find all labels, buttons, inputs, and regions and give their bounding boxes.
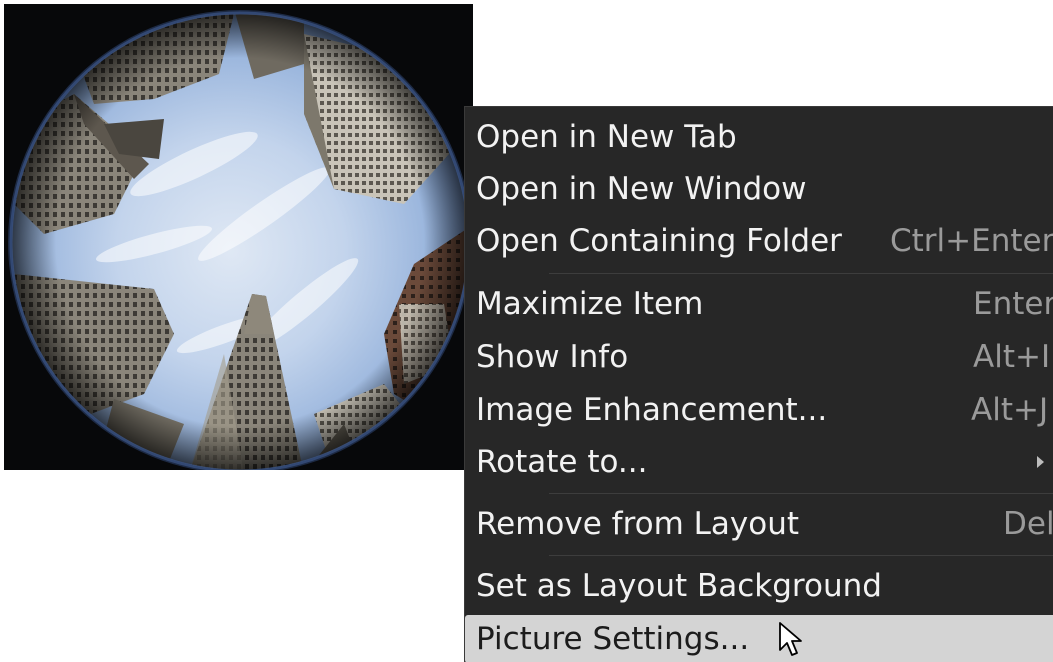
menu-item-label: Maximize Item [476, 286, 704, 322]
mouse-pointer-icon [779, 622, 803, 662]
menu-item-label: Remove from Layout [476, 506, 800, 542]
menu-item-label: Open in New Window [476, 171, 807, 207]
menu-item-label: Set as Layout Background [476, 568, 882, 604]
menu-item-set-as-layout-background[interactable]: Set as Layout Background [465, 562, 1053, 610]
menu-item-shortcut: Alt+J [971, 392, 1049, 428]
context-menu: Open in New Tab Open in New Window Open … [464, 106, 1053, 662]
menu-separator [549, 273, 1053, 274]
menu-item-label: Open in New Tab [476, 119, 737, 155]
menu-item-remove-from-layout[interactable]: Remove from Layout Del [465, 500, 1053, 548]
menu-item-shortcut: Ctrl+Enter [890, 223, 1053, 259]
menu-item-open-in-new-tab[interactable]: Open in New Tab [465, 113, 1053, 161]
fisheye-city-image [4, 4, 473, 470]
menu-separator [549, 555, 1053, 556]
menu-item-image-enhancement[interactable]: Image Enhancement... Alt+J [465, 386, 1053, 434]
menu-item-picture-settings[interactable]: Picture Settings... [465, 615, 1053, 662]
menu-item-rotate-to[interactable]: Rotate to... [465, 438, 1053, 486]
menu-item-label: Picture Settings... [476, 621, 750, 657]
menu-item-label: Show Info [476, 339, 629, 375]
menu-separator [549, 493, 1053, 494]
menu-item-maximize-item[interactable]: Maximize Item Enter [465, 280, 1053, 328]
menu-item-label: Rotate to... [476, 444, 648, 480]
chevron-right-icon [1037, 456, 1044, 468]
menu-item-shortcut: Alt+I [973, 339, 1051, 375]
menu-item-shortcut: Enter [973, 286, 1053, 322]
menu-item-label: Image Enhancement... [476, 392, 828, 428]
desktop-area: Open in New Tab Open in New Window Open … [0, 0, 1053, 662]
menu-item-show-info[interactable]: Show Info Alt+I [465, 333, 1053, 381]
menu-item-shortcut: Del [1003, 506, 1053, 542]
camera-image-tile[interactable] [4, 4, 473, 470]
menu-item-open-in-new-window[interactable]: Open in New Window [465, 165, 1053, 213]
menu-item-open-containing-folder[interactable]: Open Containing Folder Ctrl+Enter [465, 217, 1053, 265]
menu-item-label: Open Containing Folder [476, 223, 842, 259]
